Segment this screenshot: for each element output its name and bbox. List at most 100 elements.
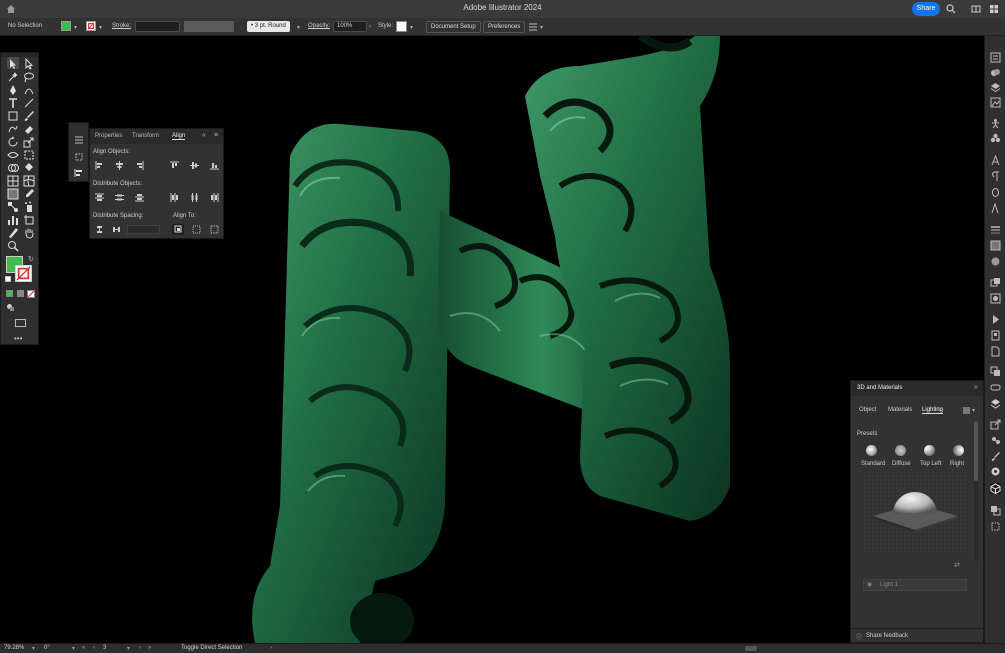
opacity-field[interactable]: 100% (333, 21, 367, 32)
line-segment-tool-icon[interactable] (23, 96, 35, 108)
character-icon[interactable] (990, 155, 1001, 166)
perspective-grid-tool-icon[interactable] (7, 174, 19, 187)
asset-export-icon[interactable] (990, 382, 1001, 393)
first-artboard-icon[interactable]: « (82, 645, 85, 651)
horizontal-distribute-left-icon[interactable] (170, 193, 179, 202)
opacity-label[interactable]: Opacity: (308, 23, 330, 29)
artboards-icon[interactable] (990, 366, 1001, 377)
artboard-tool-icon[interactable] (23, 213, 35, 225)
stroke-swatch[interactable] (86, 21, 96, 31)
preferences-button[interactable]: Preferences (483, 21, 526, 33)
preset-top-left-icon[interactable] (924, 445, 935, 456)
pathfinder-icon[interactable] (990, 505, 1001, 516)
search-icon[interactable] (946, 4, 956, 14)
image-trace-icon[interactable] (990, 97, 1001, 108)
shape-builder-tool-icon[interactable] (7, 161, 19, 173)
rotate-light-icon[interactable]: ⇄ (954, 561, 960, 569)
horizontal-align-left-icon[interactable] (95, 161, 104, 170)
panel-menu-icon[interactable]: ≡ (214, 132, 218, 139)
vertical-align-bottom-icon[interactable] (210, 161, 219, 170)
tab-properties[interactable]: Properties (95, 133, 122, 139)
tab-materials[interactable]: Materials (888, 407, 912, 413)
tab-transform[interactable]: Transform (132, 133, 159, 139)
layers-icon[interactable] (990, 82, 1001, 93)
actions-icon[interactable] (990, 314, 1001, 325)
horizontal-align-right-icon[interactable] (135, 161, 144, 170)
rotation-dropdown-icon[interactable]: ▾ (72, 645, 75, 652)
stroke-panel-icon[interactable] (990, 224, 1001, 235)
color-guide-icon[interactable] (990, 435, 1001, 446)
export-icon[interactable] (990, 419, 1001, 430)
fill-dropdown-icon[interactable]: ▾ (74, 24, 77, 31)
3d-materials-icon[interactable] (990, 483, 1001, 494)
screen-mode-icon[interactable] (15, 319, 26, 327)
free-transform-tool-icon[interactable] (23, 148, 35, 160)
vertical-align-center-icon[interactable] (190, 161, 199, 170)
eraser-tool-icon[interactable] (23, 122, 35, 134)
opacity-arrow-icon[interactable]: › (369, 24, 371, 30)
cc-libraries-icon[interactable] (990, 398, 1001, 409)
direct-selection-tool-icon[interactable] (23, 57, 35, 70)
swatches-icon[interactable] (990, 466, 1001, 477)
collapse-3d-panel-icon[interactable]: » (974, 384, 978, 391)
arrange-icon[interactable] (528, 22, 538, 32)
brush-definition[interactable]: • 3 pt. Round (247, 21, 290, 32)
column-graph-tool-icon[interactable] (7, 213, 19, 225)
arrange-dropdown-icon[interactable]: ▾ (540, 24, 543, 31)
artboard-dropdown-icon[interactable]: ▾ (127, 645, 130, 652)
brush-dropdown-icon[interactable]: ▾ (297, 24, 300, 31)
preset-standard-icon[interactable] (866, 445, 877, 456)
horizontal-distribute-right-icon[interactable] (210, 193, 219, 202)
align-to-key-object-icon[interactable] (192, 225, 201, 234)
lasso-tool-icon[interactable] (23, 70, 35, 83)
tab-align[interactable]: Align (172, 133, 186, 140)
vertical-distribute-space-icon[interactable] (95, 225, 104, 234)
preset-diffuse-icon[interactable] (895, 445, 906, 456)
width-tool-icon[interactable] (7, 148, 19, 160)
vertical-distribute-top-icon[interactable] (95, 193, 104, 202)
variable-width-profile[interactable] (184, 21, 234, 32)
last-artboard-icon[interactable]: » (148, 645, 151, 651)
arrange-documents-icon[interactable] (989, 4, 999, 14)
default-fill-stroke-icon[interactable] (5, 276, 11, 282)
type-tool-icon[interactable] (7, 96, 19, 108)
gradient-tool-icon[interactable] (7, 187, 19, 200)
brushes-icon[interactable] (990, 451, 1001, 462)
align-to-selection-button[interactable] (172, 224, 184, 235)
light-list-item[interactable]: ◉ Light 1 (863, 579, 967, 591)
symbol-sprayer-tool-icon[interactable] (23, 200, 35, 212)
tab-lighting[interactable]: Lighting (922, 407, 944, 414)
rotation-value[interactable]: 0° (44, 645, 50, 651)
scale-tool-icon[interactable] (23, 135, 35, 148)
shaper-tool-icon[interactable] (7, 122, 19, 134)
opentype-icon[interactable] (990, 203, 1001, 214)
gradient-mode-icon[interactable] (17, 290, 24, 297)
stroke-color-box[interactable] (15, 265, 32, 282)
hand-tool-icon[interactable] (23, 226, 35, 239)
light-visibility-icon[interactable]: ◉ (867, 581, 872, 588)
document-info-icon[interactable] (990, 346, 1001, 357)
transform-icon[interactable] (990, 521, 1001, 532)
puppet-warp-icon[interactable] (990, 118, 1001, 129)
align-to-artboard-icon[interactable] (210, 225, 219, 234)
appearance-icon[interactable] (990, 277, 1001, 288)
glyphs-icon[interactable] (990, 187, 1001, 198)
artboard-number[interactable]: 3 (103, 645, 106, 651)
next-artboard-icon[interactable]: › (139, 645, 141, 651)
live-paint-bucket-icon[interactable] (23, 161, 35, 173)
curvature-tool-icon[interactable] (23, 83, 35, 95)
spacing-value-field[interactable] (127, 225, 160, 234)
zoom-level[interactable]: 79.28% (4, 645, 24, 651)
properties-icon[interactable] (990, 52, 1001, 63)
paintbrush-tool-icon[interactable] (23, 109, 35, 121)
mesh-tool-icon[interactable] (23, 174, 35, 187)
vertical-distribute-center-icon[interactable] (115, 193, 124, 202)
slice-tool-icon[interactable] (7, 226, 19, 238)
3d-panel-scrollbar[interactable] (974, 421, 978, 561)
render-dropdown-icon[interactable]: ▾ (972, 407, 975, 414)
horizontal-distribute-space-icon[interactable] (112, 225, 121, 234)
status-menu-arrow-icon[interactable]: › (270, 645, 272, 651)
properties-panel-icon[interactable] (74, 135, 84, 145)
share-feedback-link[interactable]: Share feedback (866, 633, 908, 639)
vertical-align-top-icon[interactable] (170, 161, 179, 170)
